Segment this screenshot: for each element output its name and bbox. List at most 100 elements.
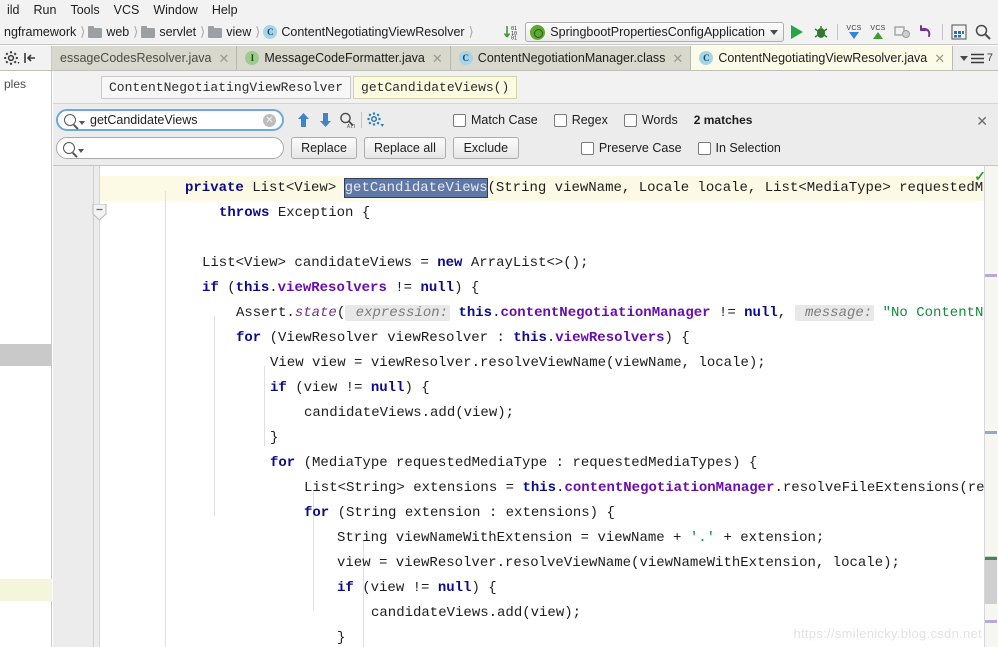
- arrow-down-icon: [849, 32, 859, 39]
- breadcrumb-item-class[interactable]: C ContentNegotiatingViewResolver: [261, 20, 467, 44]
- close-icon[interactable]: ✕: [932, 52, 945, 65]
- replace-input[interactable]: [56, 137, 284, 159]
- code-line[interactable]: candidateViews.add(view);: [101, 401, 998, 426]
- code-line[interactable]: throws Exception {: [101, 201, 998, 226]
- find-previous-button[interactable]: [292, 109, 314, 131]
- vcs-history-button[interactable]: [891, 21, 913, 43]
- preserve-case-checkbox[interactable]: Preserve Case: [581, 141, 682, 155]
- gear-icon[interactable]: [4, 50, 20, 66]
- close-icon[interactable]: ✕: [430, 52, 443, 65]
- code-line[interactable]: for (ViewResolver viewResolver : this.vi…: [101, 326, 998, 351]
- project-tree-selected-row[interactable]: [0, 344, 52, 366]
- editor-tab-1[interactable]: I MessageCodeFormatter.java ✕: [237, 46, 450, 70]
- menu-item-tools[interactable]: Tools: [63, 2, 106, 19]
- vcs-update-button[interactable]: VCS: [843, 21, 865, 43]
- project-tree-highlight-row[interactable]: [0, 579, 52, 601]
- breadcrumb-item-package[interactable]: ngframework: [2, 20, 79, 44]
- java-class-icon: C: [459, 51, 473, 65]
- replace-button[interactable]: Replace: [291, 137, 357, 159]
- menu-item-vcs[interactable]: VCS: [107, 2, 147, 19]
- stripe-marker[interactable]: [985, 274, 997, 277]
- undo-button[interactable]: [915, 21, 937, 43]
- breadcrumb-item-servlet[interactable]: servlet: [139, 20, 199, 44]
- find-next-button[interactable]: [314, 109, 336, 131]
- editor-tab-label: ContentNegotiatingViewResolver.java: [718, 51, 927, 65]
- menu-item-window[interactable]: Window: [146, 2, 204, 19]
- menu-item-run[interactable]: Run: [27, 2, 64, 19]
- search-icon: [63, 142, 75, 154]
- chevron-down-icon[interactable]: [79, 121, 85, 125]
- code-line[interactable]: List<String> extensions = this.contentNe…: [101, 476, 998, 501]
- sort-numeric-icon[interactable]: 01 10 01: [501, 21, 523, 43]
- find-settings-gear-icon[interactable]: [365, 109, 387, 131]
- menu-item-help[interactable]: Help: [205, 2, 245, 19]
- search-everywhere-icon[interactable]: [972, 21, 994, 43]
- editor-tab-2[interactable]: C ContentNegotiationManager.class ✕: [451, 46, 692, 70]
- checkbox-box: [698, 142, 711, 155]
- run-button[interactable]: [786, 21, 808, 43]
- search-match-selected: getCandidateViews: [345, 179, 488, 197]
- breadcrumb-label: view: [226, 25, 251, 39]
- regex-checkbox[interactable]: Regex: [554, 113, 608, 127]
- code-line[interactable]: candidateViews.add(view);: [101, 601, 998, 626]
- code-line[interactable]: }: [101, 426, 998, 451]
- match-case-checkbox[interactable]: Match Case: [453, 113, 538, 127]
- breadcrumb-method-chip[interactable]: getCandidateViews(): [353, 76, 517, 99]
- in-selection-checkbox[interactable]: In Selection: [698, 141, 781, 155]
- folder-icon: [88, 26, 102, 38]
- database-grid-icon[interactable]: [948, 21, 970, 43]
- code-line[interactable]: if (view != null) {: [101, 376, 998, 401]
- chevron-down-icon[interactable]: [960, 56, 968, 61]
- clear-icon[interactable]: ✕: [263, 114, 276, 127]
- find-row: getCandidateViews ✕ All: [56, 109, 752, 131]
- editor-scrollbar-thumb[interactable]: [985, 556, 997, 604]
- chevron-down-icon[interactable]: [78, 149, 84, 153]
- code-line[interactable]: String viewNameWithExtension = viewName …: [101, 526, 998, 551]
- exclude-button[interactable]: Exclude: [453, 137, 519, 159]
- stripe-marker[interactable]: [985, 431, 997, 434]
- code-editor[interactable]: private List<View> getCandidateViews(Str…: [53, 166, 998, 647]
- breadcrumb-item-view[interactable]: view: [206, 20, 254, 44]
- close-icon[interactable]: ✕: [670, 52, 683, 65]
- code-line[interactable]: for (String extension : extensions) {: [101, 501, 998, 526]
- inspection-ok-icon[interactable]: ✓: [974, 168, 986, 185]
- menu-item-build[interactable]: ild: [0, 2, 27, 19]
- code-line[interactable]: Assert.state( expression: this.contentNe…: [101, 301, 998, 326]
- code-line[interactable]: [101, 226, 998, 251]
- project-tool-window[interactable]: ples: [0, 71, 52, 647]
- chevron-down-icon: [770, 30, 778, 35]
- toolbar-separator: [942, 24, 943, 40]
- checkbox-label: Match Case: [471, 113, 538, 127]
- code-line[interactable]: for (MediaType requestedMediaType : requ…: [101, 451, 998, 476]
- code-line[interactable]: if (view != null) {: [101, 576, 998, 601]
- error-stripe-marker-bar[interactable]: [984, 166, 998, 647]
- search-input[interactable]: getCandidateViews ✕: [56, 109, 284, 131]
- close-icon[interactable]: ✕: [216, 52, 229, 65]
- spring-boot-icon: [530, 25, 545, 40]
- vcs-commit-button[interactable]: VCS: [867, 21, 889, 43]
- chevron-right-icon: ⟩: [254, 24, 261, 40]
- stripe-marker[interactable]: [985, 620, 997, 623]
- code-line[interactable]: private List<View> getCandidateViews(Str…: [101, 176, 998, 201]
- code-line[interactable]: view = viewResolver.resolveViewName(view…: [101, 551, 998, 576]
- play-icon: [791, 25, 803, 39]
- editor-tab-3[interactable]: C ContentNegotiatingViewResolver.java ✕: [691, 46, 953, 70]
- breadcrumb-item-web[interactable]: web: [86, 20, 132, 44]
- stripe-marker[interactable]: [985, 557, 997, 560]
- breadcrumb-class-chip[interactable]: ContentNegotiatingViewResolver: [101, 76, 351, 99]
- close-find-panel-button[interactable]: ✕: [976, 113, 988, 130]
- code-line[interactable]: View view = viewResolver.resolveViewName…: [101, 351, 998, 376]
- code-text[interactable]: private List<View> getCandidateViews(Str…: [101, 166, 998, 647]
- tool-window-controls: [0, 46, 52, 70]
- code-line[interactable]: if (this.viewResolvers != null) {: [101, 276, 998, 301]
- words-checkbox[interactable]: Words: [624, 113, 678, 127]
- find-all-icon[interactable]: All: [336, 109, 358, 131]
- folder-icon: [208, 26, 222, 38]
- editor-tab-0[interactable]: essageCodesResolver.java ✕: [52, 46, 237, 70]
- tab-list-icon[interactable]: [971, 53, 984, 64]
- code-line[interactable]: List<View> candidateViews = new ArrayLis…: [101, 251, 998, 276]
- run-configuration-selector[interactable]: SpringbootPropertiesConfigApplication: [525, 22, 784, 42]
- debug-button[interactable]: [810, 21, 832, 43]
- collapse-panel-icon[interactable]: [22, 50, 38, 66]
- replace-all-button[interactable]: Replace all: [364, 137, 446, 159]
